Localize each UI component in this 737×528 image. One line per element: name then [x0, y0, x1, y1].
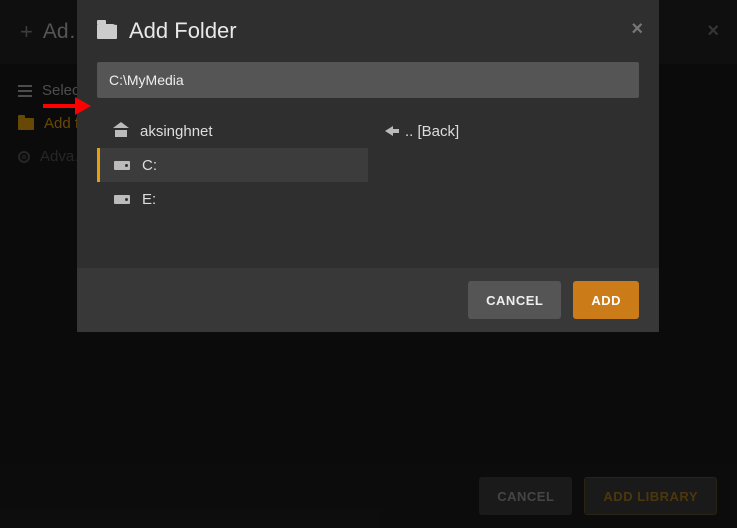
home-icon — [114, 125, 128, 137]
modal-title: Add Folder — [129, 18, 237, 44]
add-folder-modal: Add Folder × aksinghnet C: E: .. [Back] CA… — [77, 0, 659, 332]
modal-close-button[interactable]: × — [631, 18, 643, 41]
modal-header: Add Folder × — [77, 0, 659, 62]
back-icon — [385, 126, 393, 136]
folder-item-label: .. [Back] — [405, 123, 459, 140]
folder-item-label: E: — [142, 191, 156, 208]
add-folder-icon — [97, 24, 117, 39]
drive-icon — [114, 161, 130, 170]
cancel-button[interactable]: CANCEL — [468, 281, 561, 319]
folder-item-label: aksinghnet — [140, 123, 213, 140]
drive-icon — [114, 195, 130, 204]
modal-footer: CANCEL ADD — [77, 268, 659, 332]
add-button[interactable]: ADD — [573, 281, 639, 319]
folder-path-input[interactable] — [97, 62, 639, 98]
folder-item-aksinghnet[interactable]: aksinghnet — [97, 114, 368, 148]
folder-listing: aksinghnet C: E: .. [Back] — [97, 114, 639, 216]
folder-item-back[interactable]: .. [Back] — [368, 114, 639, 148]
folder-item-c[interactable]: C: — [97, 148, 368, 182]
folder-item-label: C: — [142, 157, 157, 174]
folder-item-e[interactable]: E: — [97, 182, 368, 216]
